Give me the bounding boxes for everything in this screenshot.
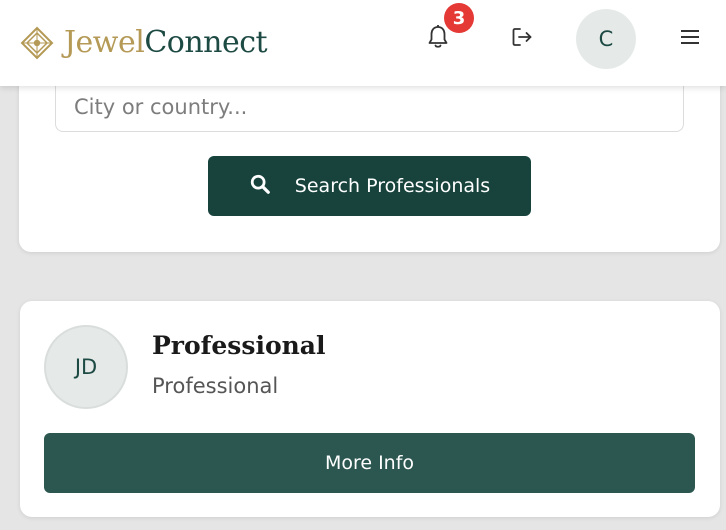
logo-text: JewelConnect	[64, 24, 268, 62]
bell-icon	[426, 24, 450, 54]
logo[interactable]: JewelConnect	[20, 24, 268, 62]
logout-button[interactable]	[502, 19, 542, 59]
user-avatar[interactable]: C	[576, 9, 636, 69]
logo-text-jewel: Jewel	[64, 25, 145, 60]
hamburger-menu-icon	[680, 29, 700, 49]
location-input[interactable]	[55, 82, 684, 132]
notification-count-badge: 3	[444, 3, 474, 33]
more-info-button[interactable]: More Info	[44, 433, 695, 493]
search-icon	[249, 173, 271, 200]
professional-name: Professional	[152, 331, 326, 360]
menu-button[interactable]	[670, 19, 710, 59]
professional-avatar: JD	[44, 325, 128, 409]
professional-role: Professional	[152, 374, 279, 398]
search-professionals-button[interactable]: Search Professionals	[208, 156, 531, 216]
search-professionals-label: Search Professionals	[294, 175, 491, 197]
logo-text-connect: Connect	[144, 25, 268, 60]
professional-card: JD Professional Professional More Info	[20, 301, 720, 517]
logout-icon	[510, 25, 534, 53]
diamond-logo-icon	[20, 26, 54, 60]
app-header: JewelConnect 3 C	[0, 0, 726, 86]
